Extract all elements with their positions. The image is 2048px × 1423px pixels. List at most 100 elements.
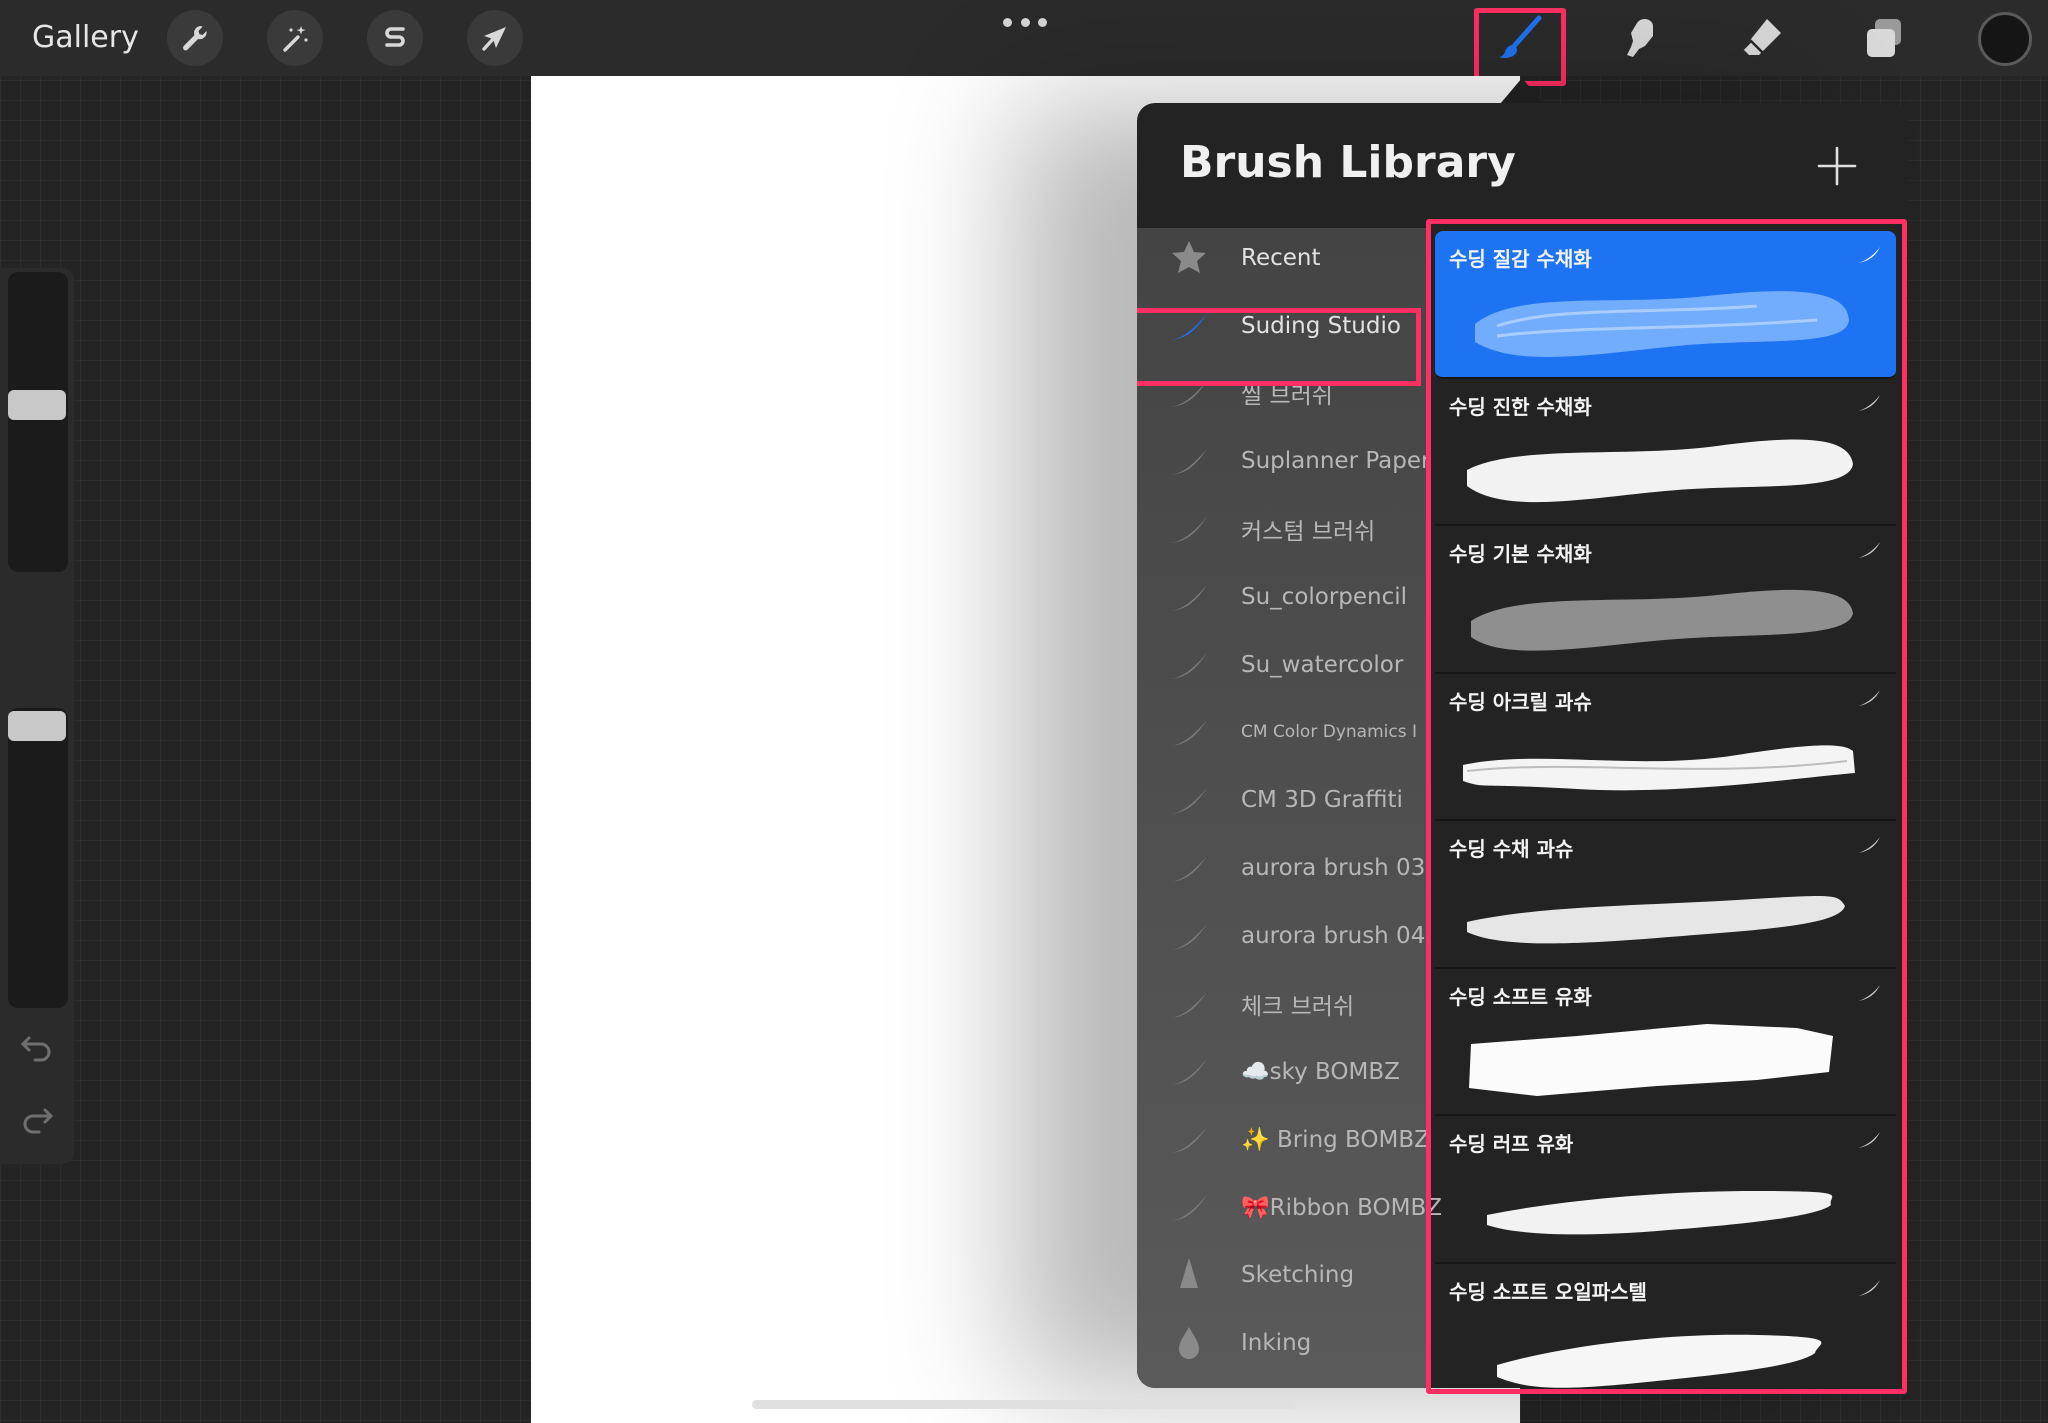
brush-stroke-preview [1475, 291, 1849, 358]
brush-stroke-preview [1487, 1191, 1833, 1235]
brush-stroke-icon [1171, 856, 1207, 883]
brush-stroke-icon [1171, 1195, 1207, 1222]
brush-stroke-icon [1171, 584, 1207, 611]
brush-set-inking[interactable]: Inking [1137, 1309, 1427, 1377]
imported-brush-icon [1858, 394, 1880, 411]
brush-set-label: Suplanner Paper [1241, 448, 1431, 475]
brush-name: 수딩 소프트 유화 [1449, 984, 1592, 1009]
brush-name: 수딩 러프 유화 [1449, 1132, 1574, 1156]
brush-list: 수딩 질감 수채화 수딩 진한 수채화 수딩 기본 수채화 수딩 아크릴 과슈 [1435, 231, 1896, 1388]
undo-icon[interactable] [19, 1028, 55, 1064]
selection-button[interactable] [367, 10, 423, 66]
popover-arrow [1500, 78, 1544, 104]
pencil-tip-icon [1180, 1257, 1198, 1288]
imported-brush-icon [1858, 1132, 1880, 1148]
brush-set-label: Inking [1241, 1329, 1312, 1356]
brush-name: 수딩 소프트 오일파스텔 [1449, 1279, 1647, 1304]
brush-set-label: ✨ Bring BOMBZ [1241, 1126, 1430, 1153]
brush-set-label: aurora brush 04 [1241, 922, 1426, 949]
brush-item[interactable]: 수딩 소프트 유화 [1435, 969, 1896, 1116]
brush-stroke-icon [1171, 1059, 1207, 1086]
brush-library-panel: Brush Library Recent Suding Studio 씰 브러쉬… [1137, 103, 1908, 1388]
brush-item[interactable]: 수딩 아크릴 과슈 [1435, 674, 1896, 821]
brush-set-label: Recent [1241, 244, 1321, 271]
brush-name: 수딩 기본 수채화 [1449, 542, 1592, 566]
layers-icon [1867, 19, 1901, 57]
brush-set-sketching[interactable]: Sketching [1137, 1241, 1427, 1309]
color-swatch[interactable] [1978, 12, 2032, 66]
brush-set-item[interactable]: CM Color Dynamics I [1137, 699, 1427, 767]
brush-name: 수딩 수채 과슈 [1449, 837, 1574, 861]
transform-button[interactable] [467, 10, 523, 66]
brush-set-label: 🎀Ribbon BOMBZ [1241, 1194, 1443, 1221]
brush-item[interactable]: 수딩 진한 수채화 [1435, 379, 1896, 526]
star-icon [1172, 240, 1206, 273]
brush-stroke-preview [1463, 744, 1855, 790]
brush-stroke-preview [1469, 1023, 1833, 1096]
brush-item[interactable]: 수딩 소프트 오일파스텔 [1435, 1264, 1896, 1389]
layers-tool-button[interactable] [1852, 8, 1916, 68]
opacity-slider[interactable] [8, 708, 68, 1008]
more-options-icon[interactable] [1003, 14, 1047, 30]
brush-set-label: aurora brush 03 [1241, 855, 1426, 882]
brush-sets-list: Recent Suding Studio 씰 브러쉬 Suplanner Pap… [1137, 224, 1442, 1377]
brush-name: 수딩 아크릴 과슈 [1449, 689, 1592, 714]
top-toolbar: Gallery [0, 0, 2048, 86]
brush-size-slider[interactable] [8, 272, 68, 572]
redo-icon[interactable] [19, 1100, 55, 1136]
brush-set-item[interactable]: 커스텀 브러쉬 [1137, 495, 1427, 563]
brush-set-item[interactable]: CM 3D Graffiti [1137, 766, 1427, 834]
brush-stroke-icon [1171, 517, 1207, 544]
brush-name: 수딩 진한 수채화 [1449, 394, 1592, 419]
brush-stroke-icon [1171, 1127, 1207, 1154]
actions-button[interactable] [167, 10, 223, 66]
gallery-button[interactable]: Gallery [32, 18, 139, 58]
brush-set-item[interactable]: ☁️sky BOMBZ [1137, 1038, 1427, 1106]
brush-stroke-icon [1171, 991, 1207, 1018]
brush-set-item[interactable]: 🎀Ribbon BOMBZ [1137, 1173, 1442, 1241]
eraser-icon [1742, 19, 1781, 56]
brush-set-label: CM 3D Graffiti [1241, 787, 1403, 814]
brush-set-item[interactable]: Su_colorpencil [1137, 563, 1427, 631]
brush-set-item[interactable]: 체크 브러쉬 [1137, 970, 1427, 1038]
brush-stroke-icon [1171, 449, 1207, 476]
brush-set-item[interactable]: ✨ Bring BOMBZ [1137, 1105, 1430, 1173]
brush-item[interactable]: 수딩 질감 수채화 [1435, 231, 1896, 379]
imported-brush-icon [1858, 984, 1880, 1001]
brush-set-label: 체크 브러쉬 [1241, 993, 1355, 1020]
brush-stroke-icon [1171, 652, 1207, 679]
opacity-thumb[interactable] [8, 711, 66, 741]
brush-set-item[interactable]: Su_watercolor [1137, 631, 1427, 699]
brush-item[interactable]: 수딩 기본 수채화 [1435, 526, 1896, 674]
brush-item[interactable]: 수딩 러프 유화 [1435, 1116, 1896, 1264]
imported-brush-icon [1858, 542, 1880, 558]
brush-tool-highlight [1474, 8, 1566, 86]
brush-stroke-icon [1171, 788, 1207, 815]
smudge-tool-button[interactable] [1608, 8, 1672, 68]
home-indicator[interactable] [752, 1400, 1296, 1409]
brush-set-recent[interactable]: Recent [1137, 224, 1427, 292]
smudge-icon [1627, 19, 1653, 57]
brush-set-label: Su_colorpencil [1241, 583, 1408, 610]
magic-wand-icon [283, 26, 308, 52]
brush-stroke-preview [1467, 896, 1845, 944]
adjustments-button[interactable] [267, 10, 323, 66]
wrench-icon [183, 26, 207, 51]
arrow-cursor-icon [482, 27, 506, 51]
brush-item[interactable]: 수딩 수채 과슈 [1435, 821, 1896, 969]
imported-brush-icon [1858, 689, 1880, 706]
imported-brush-icon [1858, 1279, 1880, 1296]
brush-set-item[interactable]: Suplanner Paper [1137, 427, 1431, 495]
brush-size-thumb[interactable] [8, 390, 66, 420]
plus-icon[interactable] [1812, 141, 1862, 191]
brush-stroke-preview [1467, 439, 1853, 502]
selected-set-highlight [1137, 308, 1421, 386]
eraser-tool-button[interactable] [1730, 8, 1794, 68]
imported-brush-icon [1858, 837, 1880, 853]
ink-drop-icon [1179, 1326, 1199, 1359]
brush-set-item[interactable]: aurora brush 04 [1137, 902, 1427, 970]
imported-brush-icon [1858, 247, 1880, 263]
brush-stroke-icon [1171, 720, 1207, 747]
selection-s-icon [385, 27, 405, 47]
brush-set-item[interactable]: aurora brush 03 [1137, 834, 1427, 902]
